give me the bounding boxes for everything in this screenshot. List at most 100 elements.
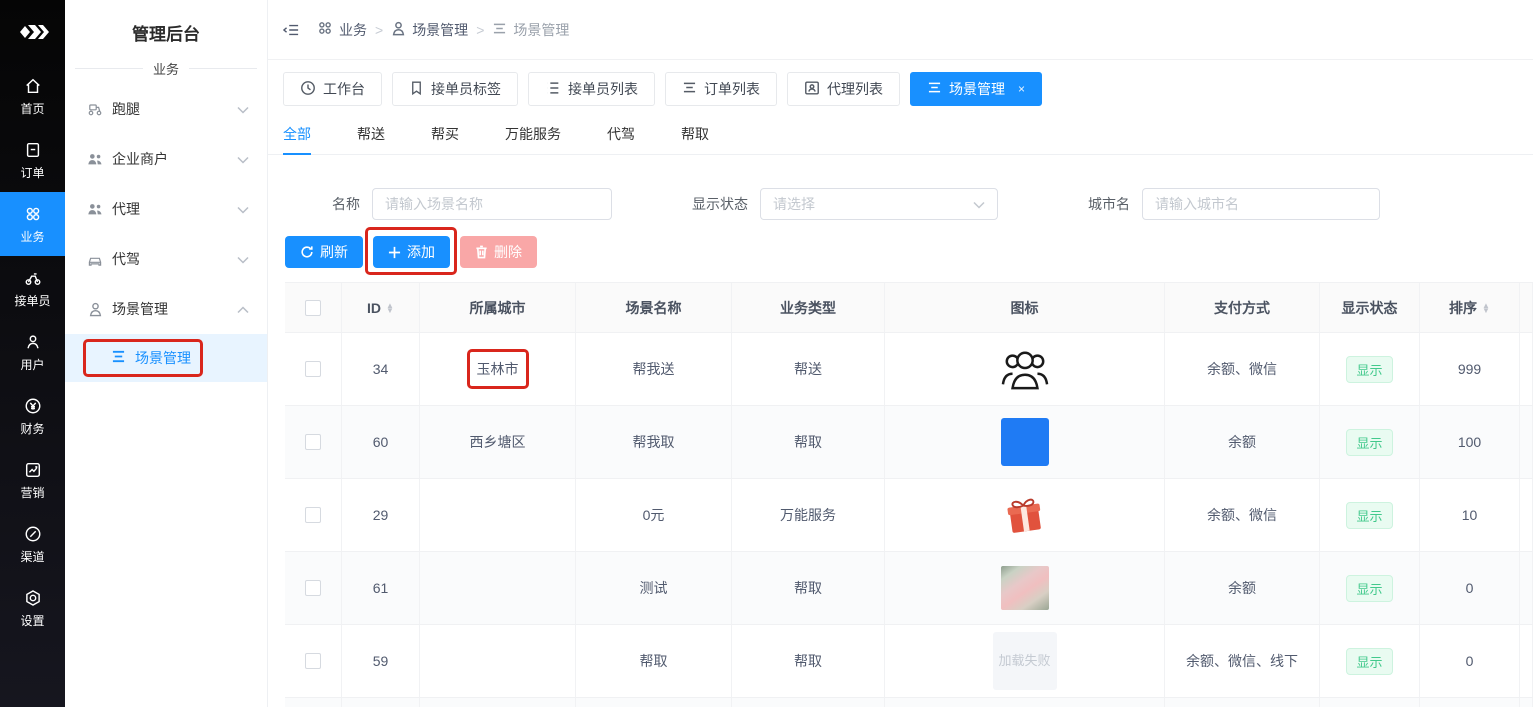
cell-city [420, 698, 576, 707]
cell-icon [885, 698, 1165, 707]
row-checkbox[interactable] [305, 361, 321, 377]
cell-status: 显示 [1320, 479, 1420, 551]
rail-item-业务[interactable]: 业务 [0, 192, 65, 256]
filter-tab-代驾[interactable]: 代驾 [607, 116, 635, 154]
channel-icon [23, 524, 43, 544]
row-select-cell [285, 479, 342, 551]
delete-button[interactable]: 删除 [460, 236, 537, 268]
person-outline-icon [87, 301, 103, 317]
menu-fold-icon[interactable] [283, 23, 299, 37]
filter-tab-帮送[interactable]: 帮送 [357, 116, 385, 154]
people-icon [87, 151, 103, 167]
breadcrumb-item-场景管理[interactable]: 场景管理 [492, 20, 569, 40]
status-filter-label: 显示状态 [692, 194, 748, 214]
cell-payment: 余额、微信 [1165, 479, 1320, 551]
rail-item-渠道[interactable]: 渠道 [0, 512, 65, 576]
cell-sort: 10 [1420, 479, 1520, 551]
cell-business-type: 帮取 [732, 406, 885, 478]
column-header-label: 排序 [1449, 298, 1477, 318]
table-row: 60 西乡塘区 帮我取 帮取 余额 显示 100 [285, 406, 1533, 479]
three-bars-icon [492, 22, 507, 38]
sidebar-section-label: 业务 [143, 59, 189, 78]
cell-status: 显示 [1320, 552, 1420, 624]
finance-icon [23, 396, 43, 416]
column-header-overflow [1520, 283, 1533, 332]
cell-icon [885, 552, 1165, 624]
rail-item-财务[interactable]: 财务 [0, 384, 65, 448]
breadcrumb-item-场景管理[interactable]: 场景管理 [391, 20, 468, 40]
cell-overflow [1520, 698, 1533, 707]
grid-icon [317, 20, 333, 39]
filter-tab-全部[interactable]: 全部 [283, 116, 311, 154]
sidebar-item-代理[interactable]: 代理 [65, 184, 267, 234]
rail-item-接单员[interactable]: 接单员 [0, 256, 65, 320]
cell-business-type: 万能服务 [732, 479, 885, 551]
cell-id: 34 [342, 333, 420, 405]
cell-business-type [732, 698, 885, 707]
cell-status: 显示 [1320, 333, 1420, 405]
cell-scene-name [576, 698, 732, 707]
refresh-button[interactable]: 刷新 [285, 236, 363, 268]
breadcrumb-item-业务[interactable]: 业务 [317, 20, 367, 40]
sidebar-subitem-scene-management[interactable]: 场景管理 [65, 334, 267, 382]
tab-接单员列表[interactable]: 接单员列表 [528, 72, 655, 106]
row-checkbox[interactable] [305, 580, 321, 596]
tab-场景管理[interactable]: 场景管理× [910, 72, 1042, 106]
tab-工作台[interactable]: 工作台 [283, 72, 382, 106]
primary-rail: 首页 订单 业务 接单员 用户 财务 营销 渠道 设置 [0, 0, 65, 707]
cell-overflow [1520, 625, 1533, 697]
sort-icon[interactable]: ▲▼ [386, 303, 394, 313]
sidebar-item-代驾[interactable]: 代驾 [65, 234, 267, 284]
add-button[interactable]: 添加 [373, 236, 450, 268]
cell-scene-name: 帮我取 [576, 406, 732, 478]
app-logo[interactable] [0, 0, 65, 64]
column-header-图标: 图标 [885, 283, 1165, 332]
row-checkbox[interactable] [305, 434, 321, 450]
cell-sort: 0 [1420, 552, 1520, 624]
filter-tab-万能服务[interactable]: 万能服务 [505, 116, 561, 154]
rail-item-订单[interactable]: 订单 [0, 128, 65, 192]
sidebar-item-跑腿[interactable]: 跑腿 [65, 84, 267, 134]
rail-item-设置[interactable]: 设置 [0, 576, 65, 640]
rail-item-label: 业务 [20, 228, 44, 245]
row-select-cell [285, 625, 342, 697]
tab-代理列表[interactable]: 代理列表 [787, 72, 900, 106]
sidebar-item-场景管理[interactable]: 场景管理 [65, 284, 267, 334]
tab-接单员标签[interactable]: 接单员标签 [392, 72, 518, 106]
table-row: 59 帮取 帮取 加载失败 余额、微信、线下 显示 0 [285, 625, 1533, 698]
column-header-ID[interactable]: ID▲▼ [342, 283, 420, 332]
bookmark-icon [409, 80, 424, 99]
row-checkbox[interactable] [305, 653, 321, 669]
column-header-支付方式: 支付方式 [1165, 283, 1320, 332]
rail-item-营销[interactable]: 营销 [0, 448, 65, 512]
rail-item-用户[interactable]: 用户 [0, 320, 65, 384]
city-name-input[interactable] [1142, 188, 1380, 220]
row-checkbox[interactable] [305, 507, 321, 523]
chevron-down-icon [973, 196, 985, 212]
filter-tab-帮取[interactable]: 帮取 [681, 116, 709, 154]
cell-overflow [1520, 479, 1533, 551]
sort-icon[interactable]: ▲▼ [1482, 303, 1490, 313]
table-header-row: ID▲▼所属城市场景名称业务类型图标支付方式显示状态排序▲▼ [285, 283, 1533, 333]
close-icon[interactable]: × [1018, 82, 1025, 96]
row-select-cell [285, 552, 342, 624]
tab-label: 工作台 [323, 79, 365, 99]
rail-item-首页[interactable]: 首页 [0, 64, 65, 128]
sidebar-item-企业商户[interactable]: 企业商户 [65, 134, 267, 184]
display-status-select[interactable]: 请选择 [760, 188, 998, 220]
breadcrumb-separator: > [476, 22, 484, 38]
rail-item-label: 财务 [20, 420, 44, 437]
status-badge: 显示 [1346, 356, 1392, 383]
row-select-cell [285, 698, 342, 707]
scene-name-input[interactable] [372, 188, 612, 220]
filter-tab-帮买[interactable]: 帮买 [431, 116, 459, 154]
breadcrumb-label: 业务 [339, 20, 367, 40]
tab-订单列表[interactable]: 订单列表 [665, 72, 777, 106]
cell-payment: 余额、微信、线下 [1165, 625, 1320, 697]
cell-scene-name: 测试 [576, 552, 732, 624]
list-icon [545, 80, 561, 99]
column-header-label: 显示状态 [1342, 298, 1398, 318]
select-all-checkbox[interactable] [305, 300, 321, 316]
courier-icon [23, 268, 43, 288]
column-header-排序[interactable]: 排序 ▲▼ [1420, 283, 1520, 332]
